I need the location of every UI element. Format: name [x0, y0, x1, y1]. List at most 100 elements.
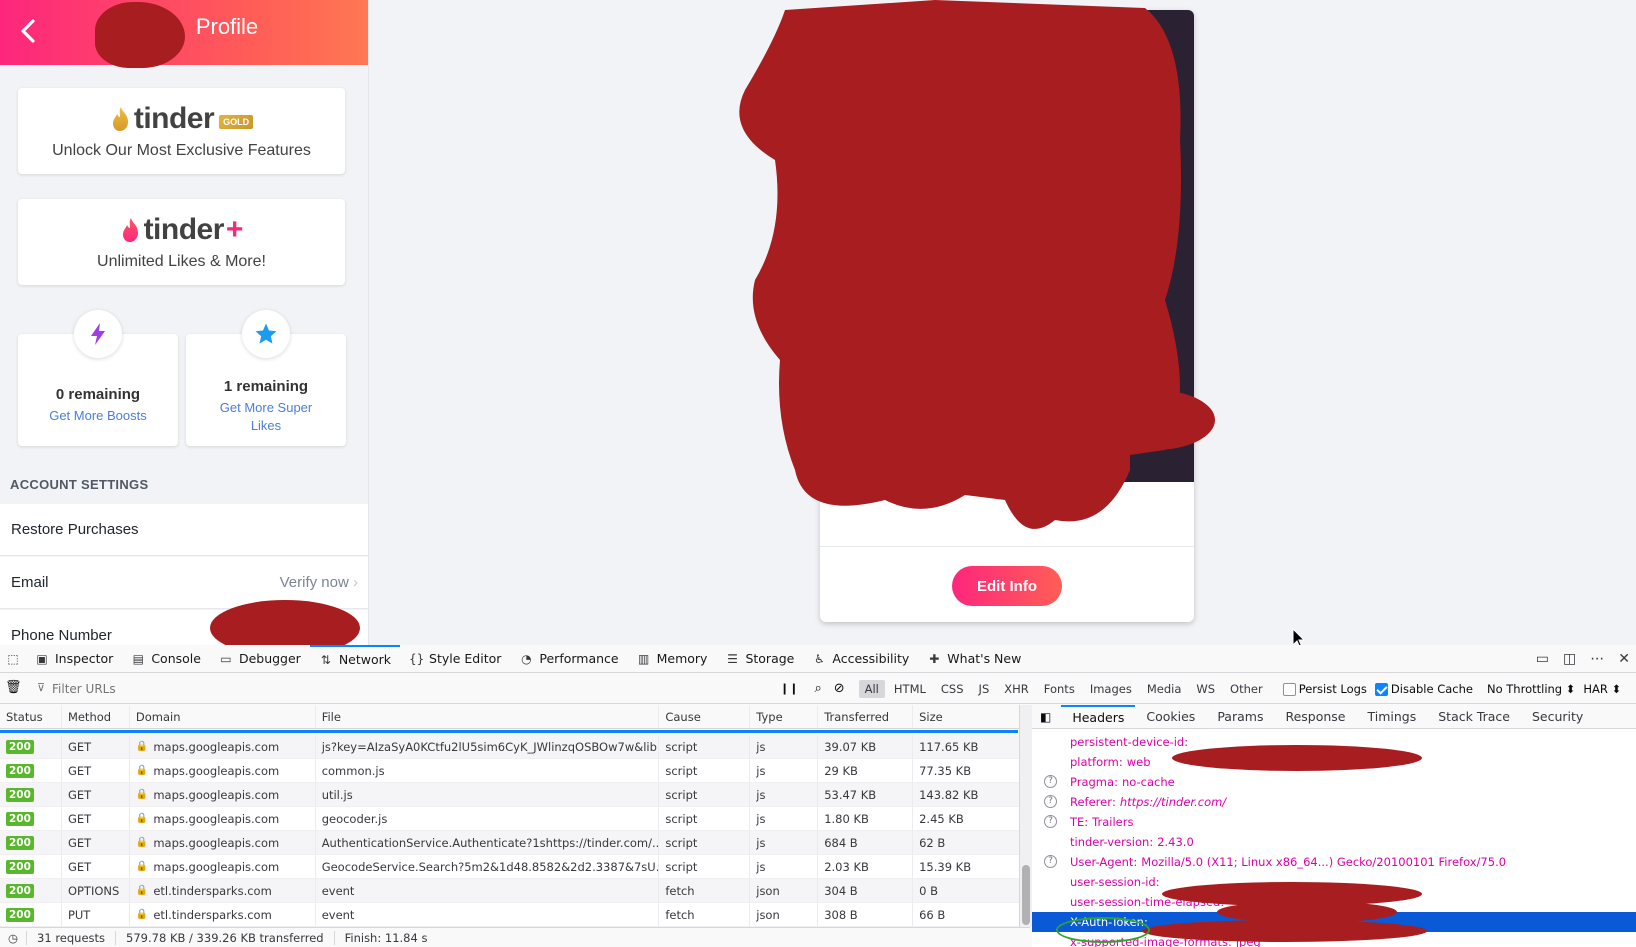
filter-images[interactable]: Images	[1084, 680, 1138, 698]
tab-debugger[interactable]: ▭ Debugger	[210, 645, 310, 673]
help-icon[interactable]: ?	[1044, 795, 1057, 808]
filter-ws[interactable]: WS	[1190, 680, 1221, 698]
filter-fonts[interactable]: Fonts	[1038, 680, 1081, 698]
tab-whats-new[interactable]: ✚ What's New	[918, 645, 1030, 673]
trash-icon[interactable]: 🗑	[5, 680, 22, 695]
disable-cache-toggle[interactable]: Disable Cache	[1374, 682, 1473, 696]
table-scrollbar[interactable]	[1020, 705, 1032, 927]
lock-icon: 🔒	[135, 837, 149, 848]
cell-transferred: 304 B	[818, 879, 914, 902]
tinder-plus-logo: tinder +	[18, 213, 345, 247]
header-value: https://tinder.com/	[1119, 795, 1227, 809]
more-options-icon[interactable]: ⋯	[1590, 651, 1604, 667]
header-row[interactable]: ? Pragma: no-cache	[1032, 772, 1636, 792]
filter-other[interactable]: Other	[1224, 680, 1269, 698]
setting-restore-purchases[interactable]: Restore Purchases	[0, 504, 368, 556]
scrollbar-thumb[interactable]	[1022, 865, 1030, 925]
close-icon[interactable]: ✕	[1618, 651, 1630, 667]
table-row[interactable]: 200 GET 🔒 maps.googleapis.com Authenticat…	[0, 831, 1019, 855]
tinder-plus-card[interactable]: tinder + Unlimited Likes & More!	[18, 199, 345, 285]
har-menu[interactable]: HAR ⬍	[1583, 682, 1621, 696]
col-type[interactable]: Type	[750, 705, 819, 728]
col-cause[interactable]: Cause	[659, 705, 751, 728]
block-icon[interactable]: ⊘	[834, 681, 845, 696]
table-row[interactable]: 200 GET 🔒 maps.googleapis.com js?key=AIza…	[0, 735, 1019, 759]
table-row[interactable]: 200 GET 🔒 maps.googleapis.com geocoder.js…	[0, 807, 1019, 831]
tinder-gold-logo: tinder GOLD	[18, 102, 345, 136]
cell-cause: script	[659, 735, 751, 758]
tab-console[interactable]: ▤ Console	[122, 645, 210, 673]
col-file[interactable]: File	[316, 705, 660, 728]
table-row[interactable]: 200 PUT 🔒 etl.tindersparks.com event fetc…	[0, 903, 1019, 927]
edit-info-button[interactable]: Edit Info	[952, 566, 1062, 606]
help-icon[interactable]: ?	[1044, 815, 1057, 828]
tab-label: Console	[151, 651, 201, 666]
responsive-design-icon[interactable]: ▭	[1536, 651, 1549, 667]
tab-style-editor[interactable]: {} Style Editor	[400, 645, 510, 673]
persist-logs-toggle[interactable]: Persist Logs	[1282, 682, 1367, 696]
help-icon[interactable]: ?	[1044, 775, 1057, 788]
tab-params[interactable]: Params	[1206, 705, 1274, 729]
header-row[interactable]: ? User-Agent: Mozilla/5.0 (X11; Linux x86_…	[1032, 852, 1636, 872]
status-badge: 200	[6, 859, 34, 874]
tab-cookies[interactable]: Cookies	[1135, 705, 1206, 729]
filter-html[interactable]: HTML	[888, 680, 932, 698]
col-method[interactable]: Method	[62, 705, 130, 728]
flame-icon	[112, 107, 128, 131]
tab-network[interactable]: ⇅ Network	[309, 644, 401, 673]
header-row[interactable]: ? Referer: https://tinder.com/	[1032, 792, 1636, 812]
tab-storage[interactable]: ☰ Storage	[716, 645, 803, 673]
col-status[interactable]: Status	[0, 705, 62, 728]
filter-css[interactable]: CSS	[935, 680, 970, 698]
tab-headers[interactable]: Headers	[1061, 705, 1136, 729]
tab-inspector[interactable]: ▣ Inspector	[26, 645, 122, 673]
filter-all[interactable]: All	[858, 679, 885, 698]
filter-media[interactable]: Media	[1141, 680, 1188, 698]
tab-response[interactable]: Response	[1274, 705, 1356, 729]
tab-timings[interactable]: Timings	[1357, 705, 1428, 729]
perf-icon[interactable]: ◷	[0, 930, 28, 945]
col-domain[interactable]: Domain	[130, 705, 316, 728]
header-value: no-cache	[1121, 775, 1175, 789]
cell-status: 200	[0, 735, 62, 758]
filter-urls-input[interactable]	[34, 676, 774, 701]
element-picker[interactable]: ⬚	[0, 645, 26, 673]
tab-performance[interactable]: ◔ Performance	[510, 645, 627, 673]
table-row[interactable]: 200 GET 🔒 maps.googleapis.com util.js scr…	[0, 783, 1019, 807]
help-icon[interactable]: ?	[1044, 855, 1057, 868]
disable-cache-checkbox[interactable]	[1374, 682, 1388, 696]
tab-accessibility[interactable]: ♿ Accessibility	[803, 645, 918, 673]
table-row[interactable]: 200 GET 🔒 maps.googleapis.com common.js s…	[0, 759, 1019, 783]
col-size[interactable]: Size	[913, 705, 1019, 728]
search-icon[interactable]: ⌕	[814, 681, 821, 696]
table-row[interactable]: 200 OPTIONS 🔒 etl.tindersparks.com event …	[0, 879, 1019, 903]
persist-logs-checkbox[interactable]	[1282, 682, 1296, 696]
get-more-super-likes-link[interactable]: Get More Super Likes	[186, 399, 346, 435]
tab-security[interactable]: Security	[1521, 705, 1594, 729]
devtools-panel: ⬚ ▣ Inspector ▤ Console ▭ Debugger ⇅ Network…	[0, 644, 1636, 947]
table-row[interactable]: 200 GET 🔒 maps.googleapis.com GeocodeServ…	[0, 855, 1019, 879]
style-editor-icon: {}	[409, 651, 425, 666]
super-like-circle	[242, 310, 290, 358]
tab-memory[interactable]: ▥ Memory	[628, 645, 717, 673]
throttling-select[interactable]: No Throttling ⬍	[1487, 682, 1575, 696]
boosts-card[interactable]: 0 remaining Get More Boosts	[18, 310, 178, 446]
header-name: User-Agent	[1070, 855, 1134, 869]
setting-label: Phone Number	[11, 627, 112, 644]
col-transferred[interactable]: Transferred	[818, 705, 914, 728]
tab-label: Performance	[539, 651, 619, 666]
header-row[interactable]: ? TE: Trailers	[1032, 812, 1636, 832]
filter-js[interactable]: JS	[973, 680, 996, 698]
filter-xhr[interactable]: XHR	[998, 680, 1035, 698]
dock-side-icon[interactable]: ◫	[1563, 651, 1576, 667]
toggle-sidebar-icon[interactable]: ◧	[1032, 710, 1061, 724]
header-row[interactable]: tinder-version:2.43.0	[1032, 832, 1636, 852]
gold-badge: GOLD	[219, 115, 254, 129]
requests-table: Status Method Domain File Cause Type Tra…	[0, 705, 1020, 927]
super-likes-card[interactable]: 1 remaining Get More Super Likes	[186, 310, 346, 446]
get-more-boosts-link[interactable]: Get More Boosts	[18, 407, 178, 425]
pause-icon[interactable]: ❙❙	[780, 682, 798, 695]
tinder-gold-card[interactable]: tinder GOLD Unlock Our Most Exclusive Fe…	[18, 88, 345, 174]
tab-stack-trace[interactable]: Stack Trace	[1427, 705, 1521, 729]
lock-icon: 🔒	[135, 765, 149, 776]
